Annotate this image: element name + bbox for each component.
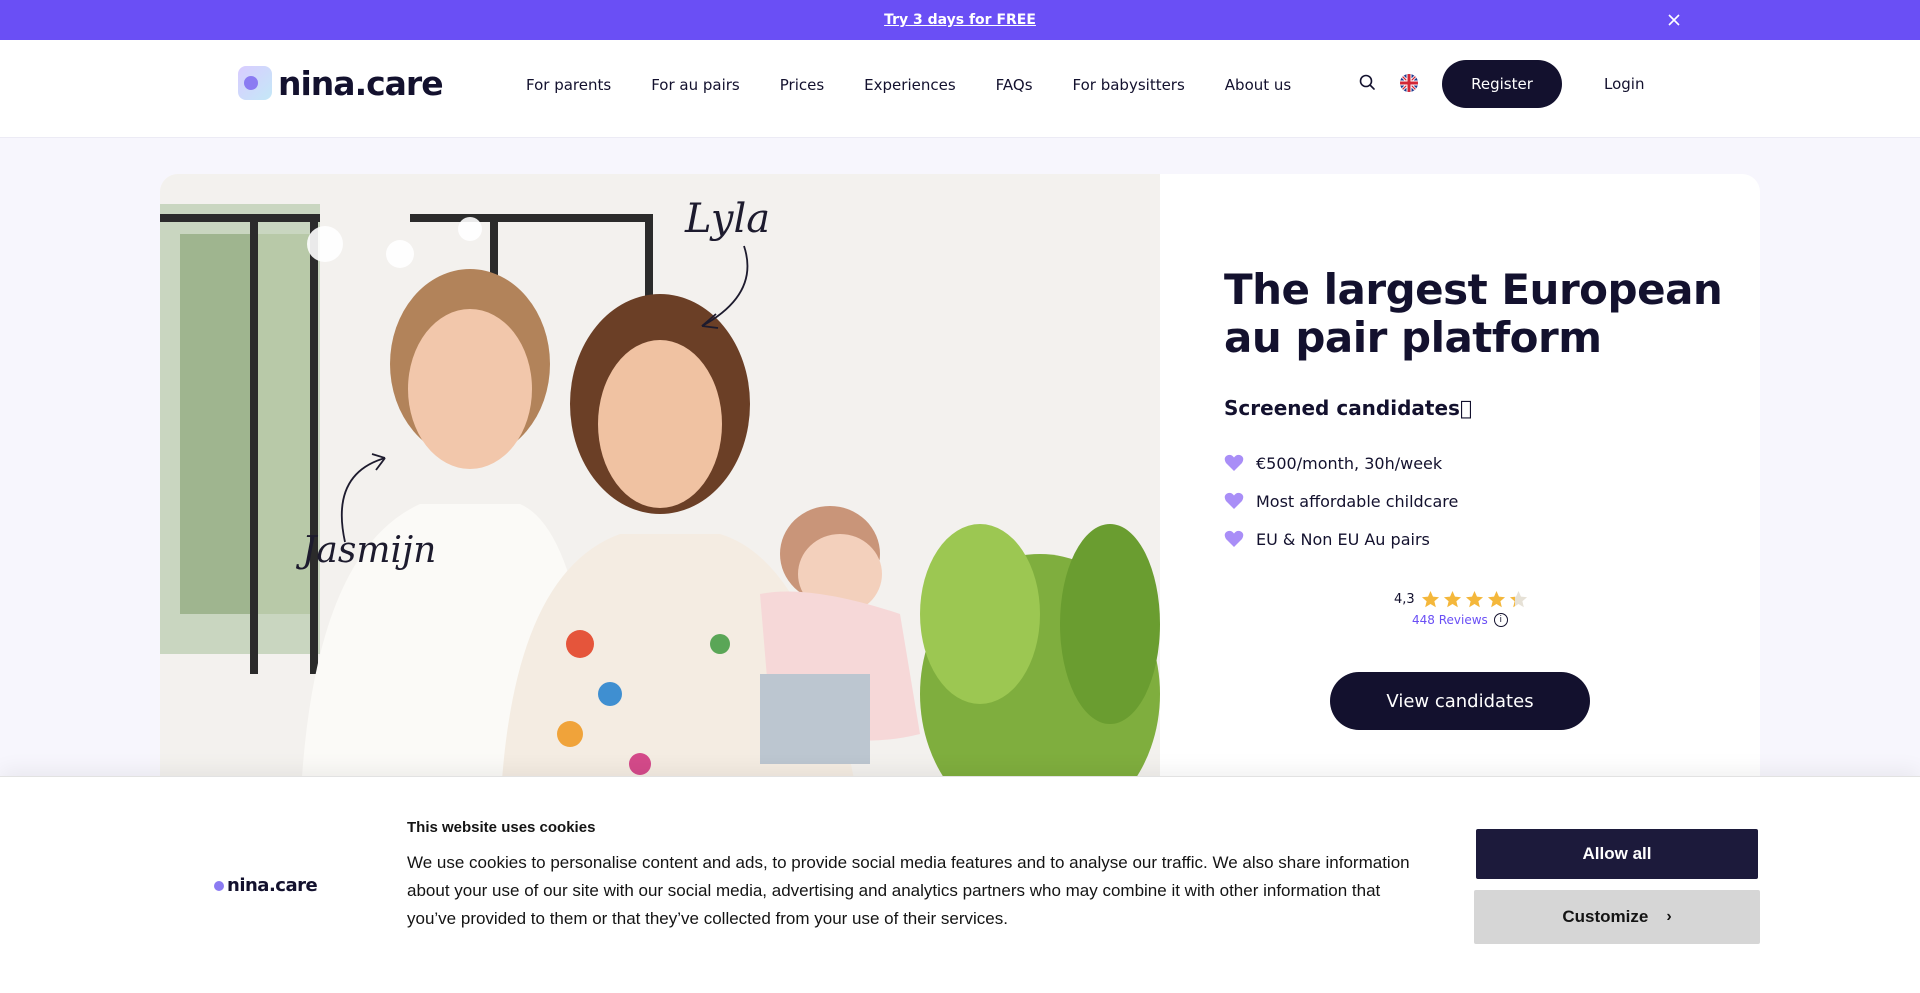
benefit-item: Most affordable childcare: [1224, 482, 1458, 520]
chevron-right-icon: ›: [1666, 908, 1672, 925]
benefit-text: Most affordable childcare: [1256, 491, 1459, 511]
star-rating: [1421, 590, 1528, 609]
nav-about-us[interactable]: About us: [1225, 76, 1291, 94]
nav-for-babysitters[interactable]: For babysitters: [1073, 76, 1185, 94]
main-nav: For parents For au pairs Prices Experien…: [526, 76, 1331, 94]
reviews-count: 448 Reviews: [1412, 613, 1488, 627]
search-icon[interactable]: [1357, 72, 1379, 94]
benefit-text: EU & Non EU Au pairs: [1256, 529, 1430, 549]
nav-experiences[interactable]: Experiences: [864, 76, 955, 94]
view-candidates-button[interactable]: View candidates: [1330, 672, 1590, 730]
star-icon: [1443, 590, 1461, 608]
star-icon: [1421, 590, 1439, 608]
heart-icon: [1224, 492, 1244, 509]
benefit-text: €500/month, 30h/week: [1256, 453, 1443, 473]
logo-text: nina.care: [278, 63, 444, 103]
benefit-list: €500/month, 30h/week Most affordable chi…: [1224, 444, 1458, 558]
heart-icon: [1224, 530, 1244, 547]
rating-score: 4,3: [1394, 592, 1415, 607]
benefit-item: €500/month, 30h/week: [1224, 444, 1458, 482]
benefit-item: EU & Non EU Au pairs: [1224, 520, 1458, 558]
login-link[interactable]: Login: [1604, 75, 1644, 93]
cookie-description: We use cookies to personalise content an…: [407, 853, 1410, 928]
photo-label-jasmijn: Jasmijn: [302, 530, 437, 571]
star-icon: [1465, 590, 1483, 608]
nav-prices[interactable]: Prices: [780, 76, 824, 94]
uk-flag-icon[interactable]: [1400, 74, 1418, 92]
rating-widget: 4,3 448 Reviews i: [1394, 590, 1634, 627]
customize-button[interactable]: Customize ›: [1474, 890, 1760, 944]
logo-mark: [238, 66, 272, 100]
heart-icon: [1224, 454, 1244, 471]
cookie-logo-text: nina.care: [227, 875, 318, 896]
promo-bar: Try 3 days for FREE: [0, 0, 1920, 40]
cookie-title: This website uses cookies: [407, 819, 596, 836]
allow-all-button[interactable]: Allow all: [1476, 829, 1758, 879]
hero-subtitle: Screened candidates : [1224, 396, 1472, 420]
info-icon[interactable]: i: [1493, 613, 1508, 627]
hero-title: The largest European au pair platform: [1224, 265, 1723, 362]
cookie-banner: nina.care This website uses cookies We u…: [0, 776, 1920, 993]
star-icon: [1487, 590, 1505, 608]
hero-content: The largest European au pair platform Sc…: [1160, 174, 1760, 814]
logo-dot-icon: [214, 880, 224, 891]
cookie-logo: nina.care: [214, 875, 318, 896]
customize-label: Customize: [1562, 907, 1649, 926]
nav-for-parents[interactable]: For parents: [526, 76, 611, 94]
hero-card: Lyla Jasmijn The largest European au pai…: [160, 174, 1760, 814]
logo[interactable]: nina.care: [238, 63, 444, 103]
close-icon[interactable]: [1662, 8, 1686, 32]
free-trial-link[interactable]: Try 3 days for FREE: [884, 12, 1036, 28]
nav-for-au-pairs[interactable]: For au pairs: [651, 76, 740, 94]
reviews-link[interactable]: 448 Reviews i: [1412, 613, 1634, 627]
nav-faqs[interactable]: FAQs: [996, 76, 1033, 94]
star-icon: [1509, 590, 1527, 608]
site-header: nina.care For parents For au pairs Price…: [0, 40, 1920, 138]
photo-label-lyla: Lyla: [685, 196, 771, 242]
register-button[interactable]: Register: [1442, 60, 1562, 108]
hero-photo: Lyla Jasmijn: [160, 174, 1160, 814]
